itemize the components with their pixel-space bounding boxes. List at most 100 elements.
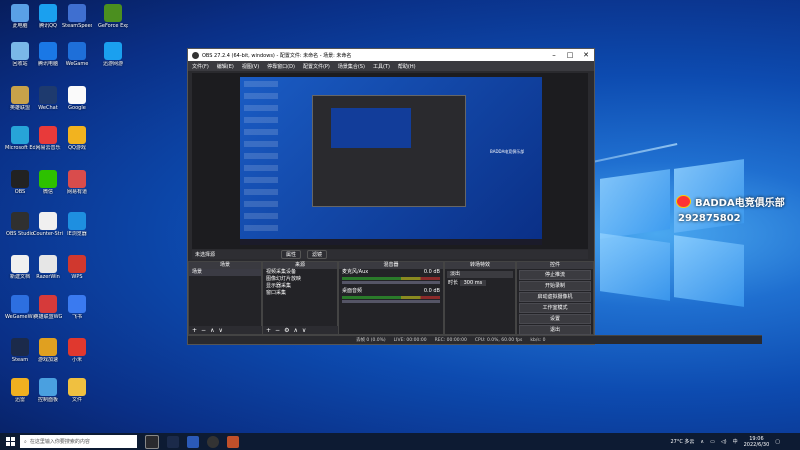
app-icon bbox=[39, 170, 57, 188]
preview-canvas[interactable]: BADDA电竞俱乐部 bbox=[192, 73, 588, 249]
clock[interactable]: 19:06 2022/6/30 bbox=[744, 436, 770, 448]
desktop-volume-slider[interactable] bbox=[342, 300, 440, 303]
desktop-icon[interactable]: 飞书 bbox=[62, 295, 92, 320]
properties-button[interactable]: 属性 bbox=[281, 250, 302, 259]
desktop-icon[interactable]: Microsoft Edge bbox=[5, 126, 35, 151]
explorer-taskbar-icon[interactable] bbox=[187, 435, 199, 448]
desktop-icon-label: Google bbox=[68, 105, 86, 111]
desktop-icon[interactable]: WeChat bbox=[33, 86, 63, 111]
desktop-icon[interactable]: 控制面板 bbox=[33, 378, 63, 403]
menu-view[interactable]: 视图(V) bbox=[242, 63, 259, 70]
desktop-icon[interactable]: Counter-Strike bbox=[33, 212, 63, 237]
desktop-icon[interactable]: WeGameWin bbox=[5, 295, 35, 320]
desktop-icon[interactable]: 英雄联盟WG bbox=[33, 295, 63, 320]
start-recording-button[interactable]: 开始录制 bbox=[519, 281, 591, 291]
app-icon bbox=[11, 212, 29, 230]
desktop-icon[interactable]: IE浏览器 bbox=[62, 212, 92, 237]
studio-mode-button[interactable]: 工作室模式 bbox=[519, 303, 591, 313]
remove-scene-button[interactable]: − bbox=[201, 327, 206, 334]
taskbar-search[interactable]: ⌕ 在这里输入你要搜索的内容 bbox=[20, 435, 137, 448]
obs-taskbar-icon[interactable] bbox=[207, 435, 219, 448]
desktop-icon-label: 英雄联盟 bbox=[9, 105, 30, 111]
desktop-icon[interactable]: OBS bbox=[5, 170, 35, 195]
move-down-icon[interactable]: ∨ bbox=[218, 327, 222, 334]
app-icon bbox=[39, 42, 57, 60]
desktop-icon[interactable]: 腾讯QQ bbox=[33, 4, 63, 29]
menu-scene-collection[interactable]: 场景集合(S) bbox=[338, 63, 365, 70]
desktop-icon[interactable]: Steam bbox=[5, 338, 35, 363]
desktop-icon[interactable]: RazerWin bbox=[33, 255, 63, 280]
desktop-icon[interactable]: 小米 bbox=[62, 338, 92, 363]
desktop-icon[interactable]: 新建文档 bbox=[5, 255, 35, 280]
exit-button[interactable]: 退出 bbox=[519, 325, 591, 335]
weather-widget[interactable]: 27°C 多云 bbox=[670, 438, 694, 445]
app-icon bbox=[68, 212, 86, 230]
desktop-meter bbox=[342, 296, 440, 299]
sources-header: 来源 bbox=[263, 262, 337, 269]
mic-meter bbox=[342, 277, 440, 280]
move-down-icon[interactable]: ∨ bbox=[302, 327, 306, 334]
desktop-icon[interactable]: 文件 bbox=[62, 378, 92, 403]
transition-select[interactable]: 淡出 bbox=[447, 271, 513, 278]
maximize-button[interactable]: □ bbox=[562, 51, 578, 59]
desktop-icon[interactable]: 网易有道 bbox=[62, 170, 92, 195]
minimize-button[interactable]: – bbox=[546, 51, 562, 59]
desktop-icon[interactable]: 微信 bbox=[33, 170, 63, 195]
add-scene-button[interactable]: + bbox=[192, 327, 197, 334]
duration-input[interactable]: 300 ms bbox=[459, 280, 487, 286]
source-item[interactable]: 窗口采集 bbox=[263, 290, 337, 297]
task-view-icon[interactable] bbox=[145, 434, 159, 449]
desktop-icon[interactable]: 英雄联盟 bbox=[5, 86, 35, 111]
source-item[interactable]: 显示器采集 bbox=[263, 283, 337, 290]
desktop-icon[interactable]: WPS bbox=[62, 255, 92, 280]
desktop-icon[interactable]: GeForce Experience bbox=[98, 4, 128, 29]
desktop-icon[interactable]: 网易云音乐 bbox=[33, 126, 63, 151]
stop-streaming-button[interactable]: 停止推流 bbox=[519, 270, 591, 280]
move-up-icon[interactable]: ∧ bbox=[210, 327, 214, 334]
menu-edit[interactable]: 编辑(E) bbox=[217, 63, 234, 70]
desktop-icon[interactable]: Google bbox=[62, 86, 92, 111]
ime-indicator[interactable]: 中 bbox=[733, 438, 738, 445]
steam-taskbar-icon[interactable] bbox=[167, 435, 179, 448]
desktop-icon-label: GeForce Experience bbox=[98, 23, 128, 29]
scene-item[interactable]: 场景 bbox=[189, 269, 261, 276]
desktop-icon-label: 此电脑 bbox=[12, 23, 28, 29]
volume-icon[interactable]: ◁) bbox=[721, 439, 727, 445]
desktop-icon[interactable]: 此电脑 bbox=[5, 4, 35, 29]
menu-tools[interactable]: 工具(T) bbox=[373, 63, 390, 70]
desktop-icon[interactable]: 迅游网游 bbox=[98, 42, 128, 67]
menu-help[interactable]: 帮助(H) bbox=[398, 63, 416, 70]
obs-menubar: 文件(F) 编辑(E) 视图(V) 停靠窗口(D) 配置文件(P) 场景集合(S… bbox=[188, 61, 594, 71]
close-button[interactable]: ✕ bbox=[578, 51, 594, 59]
network-icon[interactable]: ▭ bbox=[710, 439, 715, 445]
app-taskbar-icon[interactable] bbox=[227, 435, 239, 448]
desktop-icon[interactable]: QQ游戏 bbox=[62, 126, 92, 151]
desktop-icon[interactable]: WeGame bbox=[62, 42, 92, 67]
remove-source-button[interactable]: − bbox=[275, 327, 280, 334]
desktop-icon[interactable]: 腾讯电脑 bbox=[33, 42, 63, 67]
app-icon bbox=[11, 86, 29, 104]
gear-icon[interactable]: ⚙ bbox=[284, 327, 289, 334]
filters-button[interactable]: 滤镜 bbox=[307, 250, 328, 259]
start-button[interactable] bbox=[0, 433, 20, 450]
desktop-icon[interactable]: 游戏加速 bbox=[33, 338, 63, 363]
desktop-icon[interactable]: 回收站 bbox=[5, 42, 35, 67]
virtual-camera-button[interactable]: 启动虚拟摄像机 bbox=[519, 292, 591, 302]
source-item[interactable]: 视频采集设备 bbox=[263, 269, 337, 276]
notification-icon[interactable]: ▢ bbox=[775, 439, 780, 445]
add-source-button[interactable]: + bbox=[266, 327, 271, 334]
desktop-icon[interactable]: 迅雷 bbox=[5, 378, 35, 403]
desktop-icon[interactable]: SteamSpeed bbox=[62, 4, 92, 29]
move-up-icon[interactable]: ∧ bbox=[293, 327, 297, 334]
settings-button[interactable]: 设置 bbox=[519, 314, 591, 324]
menu-profile[interactable]: 配置文件(P) bbox=[303, 63, 330, 70]
chevron-up-icon[interactable]: ∧ bbox=[700, 439, 704, 445]
source-item[interactable]: 图像幻灯片放映 bbox=[263, 276, 337, 283]
desktop-icon[interactable]: OBS Studio bbox=[5, 212, 35, 237]
mic-volume-slider[interactable] bbox=[342, 281, 440, 284]
menu-file[interactable]: 文件(F) bbox=[192, 63, 209, 70]
menu-docks[interactable]: 停靠窗口(D) bbox=[267, 63, 295, 70]
app-icon bbox=[11, 338, 29, 356]
mic-label: 麦克风/Aux bbox=[342, 269, 369, 275]
app-icon bbox=[68, 126, 86, 144]
